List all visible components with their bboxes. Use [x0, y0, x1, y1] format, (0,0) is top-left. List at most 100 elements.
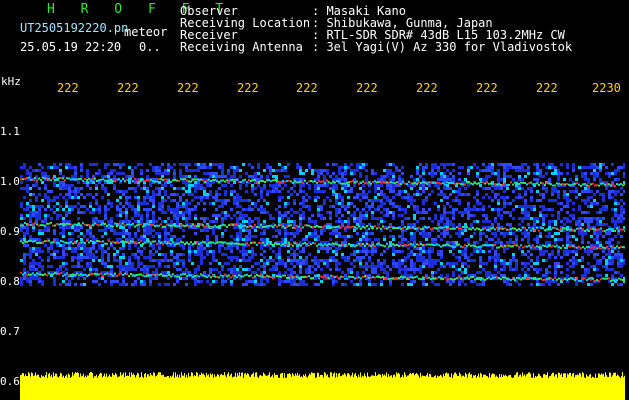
noise-cell [158, 253, 161, 256]
noise-cell [404, 208, 407, 211]
noise-cell [497, 199, 500, 202]
echo-point [420, 182, 422, 185]
echo-point [504, 227, 506, 230]
echo-point [398, 227, 400, 229]
echo-point [462, 183, 464, 186]
noise-cell [362, 184, 365, 187]
echo-point [252, 179, 254, 182]
noise-cell [257, 178, 260, 181]
echo-point [174, 243, 176, 246]
noise-cell [149, 196, 152, 199]
echo-point [108, 272, 110, 275]
noise-cell [464, 193, 467, 196]
echo-point [438, 276, 440, 279]
echo-point [608, 247, 610, 250]
noise-cell [122, 277, 125, 280]
noise-cell [530, 217, 533, 220]
noise-cell [446, 274, 449, 277]
noise-cell [107, 265, 110, 268]
noise-cell [446, 262, 449, 265]
noise-cell [89, 250, 92, 253]
noise-cell [47, 199, 50, 202]
noise-cell [542, 223, 545, 226]
echo-point [378, 181, 380, 183]
noise-cell [479, 232, 482, 235]
noise-cell [608, 262, 611, 265]
noise-cell [314, 184, 317, 187]
noise-cell [359, 259, 362, 262]
echo-point [392, 243, 394, 246]
noise-cell [494, 250, 497, 253]
echo-point [382, 180, 384, 183]
noise-cell [497, 169, 500, 172]
noise-cell [488, 163, 491, 166]
noise-cell [434, 172, 437, 175]
noise-cell [380, 283, 383, 286]
noise-cell [173, 175, 176, 178]
noise-cell [344, 205, 347, 208]
noise-cell [425, 259, 428, 262]
noise-cell [443, 211, 446, 214]
echo-point [142, 225, 144, 228]
noise-cell [290, 247, 293, 250]
noise-cell [527, 250, 530, 253]
noise-cell [605, 241, 608, 244]
noise-cell [467, 214, 470, 217]
noise-cell [368, 265, 371, 268]
echo-point [492, 226, 494, 229]
echo-point [174, 225, 176, 228]
noise-cell [398, 268, 401, 271]
noise-cell [392, 184, 395, 187]
noise-cell [224, 175, 227, 178]
echo-point [286, 243, 288, 246]
echo-point [28, 273, 30, 276]
noise-cell [290, 214, 293, 217]
noise-cell [398, 169, 401, 172]
noise-cell [77, 190, 80, 193]
noise-cell [155, 193, 158, 196]
noise-cell [206, 166, 209, 169]
noise-cell [620, 193, 623, 196]
noise-cell [494, 172, 497, 175]
echo-point [66, 242, 68, 244]
noise-cell [431, 238, 434, 241]
noise-cell [281, 196, 284, 199]
noise-cell [434, 259, 437, 262]
noise-cell [41, 181, 44, 184]
noise-cell [587, 220, 590, 223]
noise-cell [566, 232, 569, 235]
echo-point [218, 225, 220, 227]
noise-cell [95, 193, 98, 196]
noise-cell [359, 163, 362, 166]
noise-cell [437, 187, 440, 190]
echo-point [500, 184, 502, 187]
noise-cell [452, 223, 455, 226]
noise-cell [284, 235, 287, 238]
noise-cell [392, 235, 395, 238]
noise-cell [188, 193, 191, 196]
noise-cell [422, 256, 425, 259]
noise-cell [221, 253, 224, 256]
echo-point [490, 244, 492, 247]
noise-cell [80, 163, 83, 166]
spectrogram-svg [20, 163, 625, 400]
noise-cell [122, 205, 125, 208]
noise-cell [173, 262, 176, 265]
noise-cell [179, 238, 182, 241]
echo-point [260, 242, 262, 245]
echo-point [590, 246, 592, 249]
noise-cell [287, 190, 290, 193]
echo-point [462, 278, 464, 281]
echo-point [378, 226, 380, 229]
noise-cell [251, 280, 254, 283]
noise-cell [92, 208, 95, 211]
noise-cell [542, 283, 545, 286]
echo-point [612, 246, 614, 249]
noise-cell [392, 178, 395, 181]
noise-cell [404, 196, 407, 199]
noise-cell [509, 262, 512, 265]
noise-cell [242, 256, 245, 259]
noise-cell [560, 202, 563, 205]
noise-cell [293, 199, 296, 202]
noise-cell [521, 208, 524, 211]
